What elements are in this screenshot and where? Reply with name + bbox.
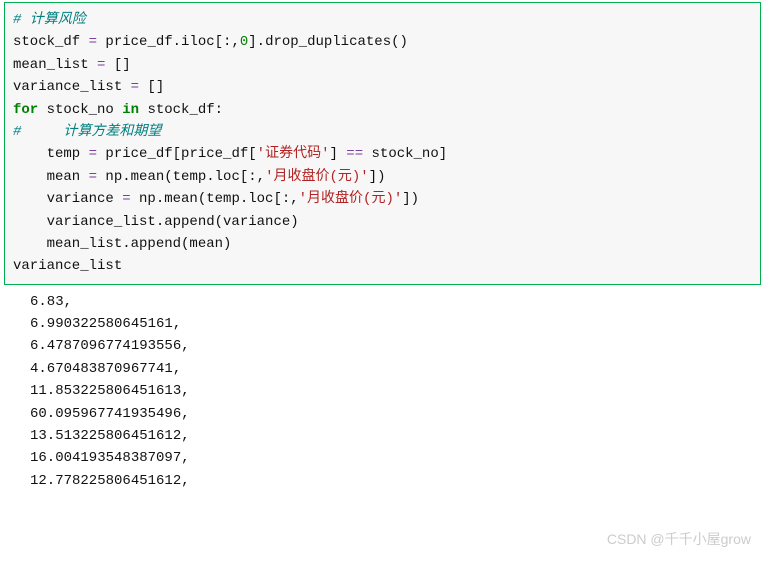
code-line: mean_list = [] bbox=[13, 54, 752, 76]
output-line: 6.4787096774193556, bbox=[30, 335, 755, 357]
output-line: 16.004193548387097, bbox=[30, 447, 755, 469]
code-line: # 计算风险 bbox=[13, 9, 752, 31]
code-line: mean_list.append(mean) bbox=[13, 233, 752, 255]
output-line: 60.095967741935496, bbox=[30, 403, 755, 425]
code-line: variance_list.append(variance) bbox=[13, 211, 752, 233]
code-line: # 计算方差和期望 bbox=[13, 121, 752, 143]
output-line: 13.513225806451612, bbox=[30, 425, 755, 447]
code-cell-input: # 计算风险stock_df = price_df.iloc[:,0].drop… bbox=[4, 2, 761, 285]
output-line: 6.83, bbox=[30, 291, 755, 313]
code-line: temp = price_df[price_df['证券代码'] == stoc… bbox=[13, 143, 752, 165]
code-line: mean = np.mean(temp.loc[:,'月收盘价(元)']) bbox=[13, 166, 752, 188]
code-line: variance_list = [] bbox=[13, 76, 752, 98]
code-line: stock_df = price_df.iloc[:,0].drop_dupli… bbox=[13, 31, 752, 53]
code-cell-output: 6.83,6.990322580645161,6.478709677419355… bbox=[2, 285, 763, 493]
output-line: 6.990322580645161, bbox=[30, 313, 755, 335]
code-line: variance = np.mean(temp.loc[:,'月收盘价(元)']… bbox=[13, 188, 752, 210]
code-line: for stock_no in stock_df: bbox=[13, 99, 752, 121]
watermark: CSDN @千千小屋grow bbox=[607, 528, 751, 550]
output-line: 12.778225806451612, bbox=[30, 470, 755, 492]
output-line: 11.853225806451613, bbox=[30, 380, 755, 402]
output-line: 4.670483870967741, bbox=[30, 358, 755, 380]
code-line: variance_list bbox=[13, 255, 752, 277]
